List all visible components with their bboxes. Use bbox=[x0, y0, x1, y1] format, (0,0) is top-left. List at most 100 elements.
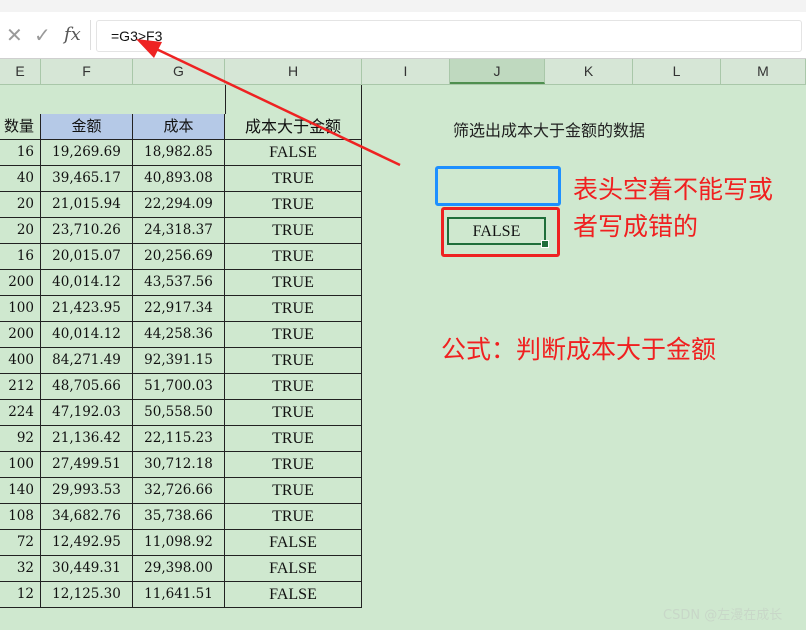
cell-cost[interactable]: 18,982.85 bbox=[133, 140, 225, 166]
annotation-formula-note: 公式：判断成本大于金额 bbox=[441, 335, 717, 364]
cell-quantity[interactable]: 92 bbox=[0, 426, 41, 452]
column-header-j[interactable]: J bbox=[450, 59, 545, 84]
cell-amount[interactable]: 21,015.94 bbox=[41, 192, 133, 218]
header-amount[interactable]: 金额 bbox=[41, 114, 133, 140]
annotation-note-line2: 者写成错的 bbox=[573, 212, 699, 241]
cell-amount[interactable]: 47,192.03 bbox=[41, 400, 133, 426]
cell-quantity[interactable]: 108 bbox=[0, 504, 41, 530]
cell-cost[interactable]: 40,893.08 bbox=[133, 166, 225, 192]
column-header-m[interactable]: M bbox=[721, 59, 806, 84]
cell-quantity[interactable]: 100 bbox=[0, 452, 41, 478]
header-cost[interactable]: 成本 bbox=[133, 114, 225, 140]
column-header-l[interactable]: L bbox=[633, 59, 721, 84]
criteria-header-cell[interactable] bbox=[435, 166, 561, 206]
cell-quantity[interactable]: 200 bbox=[0, 270, 41, 296]
cell-quantity[interactable]: 12 bbox=[0, 582, 41, 608]
cell-cost[interactable]: 22,115.23 bbox=[133, 426, 225, 452]
column-header-k[interactable]: K bbox=[545, 59, 633, 84]
cell-cost[interactable]: 11,641.51 bbox=[133, 582, 225, 608]
cell-result[interactable]: TRUE bbox=[225, 426, 362, 452]
cell-result[interactable]: TRUE bbox=[225, 296, 362, 322]
cell-cost[interactable]: 50,558.50 bbox=[133, 400, 225, 426]
cell-amount[interactable]: 12,125.30 bbox=[41, 582, 133, 608]
cell-amount[interactable]: 39,465.17 bbox=[41, 166, 133, 192]
cell-result[interactable]: TRUE bbox=[225, 218, 362, 244]
cell-result[interactable]: TRUE bbox=[225, 192, 362, 218]
cell-amount[interactable]: 21,136.42 bbox=[41, 426, 133, 452]
cell-cost[interactable]: 32,726.66 bbox=[133, 478, 225, 504]
cell-amount[interactable]: 20,015.07 bbox=[41, 244, 133, 270]
cell-result[interactable]: FALSE bbox=[225, 556, 362, 582]
cell-quantity[interactable]: 100 bbox=[0, 296, 41, 322]
header-cost-greater[interactable]: 成本大于金额 bbox=[225, 114, 362, 140]
cell-amount[interactable]: 23,710.26 bbox=[41, 218, 133, 244]
cell-amount[interactable]: 30,449.31 bbox=[41, 556, 133, 582]
cell-quantity[interactable]: 20 bbox=[0, 192, 41, 218]
cell-result[interactable]: FALSE bbox=[225, 140, 362, 166]
formula-text: =G3>F3 bbox=[111, 28, 163, 44]
cell-cost[interactable]: 44,258.36 bbox=[133, 322, 225, 348]
cell-cost[interactable]: 35,738.66 bbox=[133, 504, 225, 530]
cell-quantity[interactable]: 40 bbox=[0, 166, 41, 192]
cell-quantity[interactable]: 72 bbox=[0, 530, 41, 556]
cancel-icon[interactable]: ✕ bbox=[6, 20, 23, 50]
annotation-note-line1: 表头空着不能写或 bbox=[573, 175, 774, 204]
insert-function-icon[interactable]: fx bbox=[64, 20, 81, 50]
cell-result[interactable]: TRUE bbox=[225, 270, 362, 296]
formula-bar: ✕ ✓ fx =G3>F3 bbox=[0, 12, 806, 59]
cell-cost[interactable]: 11,098.92 bbox=[133, 530, 225, 556]
cell-result[interactable]: TRUE bbox=[225, 452, 362, 478]
cell-quantity[interactable]: 224 bbox=[0, 400, 41, 426]
cell-cost[interactable]: 92,391.15 bbox=[133, 348, 225, 374]
cell-result[interactable]: TRUE bbox=[225, 504, 362, 530]
cell-result[interactable]: TRUE bbox=[225, 348, 362, 374]
cell-amount[interactable]: 34,682.76 bbox=[41, 504, 133, 530]
cell-quantity[interactable]: 400 bbox=[0, 348, 41, 374]
cell-h2[interactable] bbox=[225, 85, 362, 115]
cell-amount[interactable]: 21,423.95 bbox=[41, 296, 133, 322]
cell-result[interactable]: TRUE bbox=[225, 244, 362, 270]
cell-result[interactable]: FALSE bbox=[225, 582, 362, 608]
cell-amount[interactable]: 40,014.12 bbox=[41, 322, 133, 348]
cell-result[interactable]: FALSE bbox=[225, 530, 362, 556]
fill-handle[interactable] bbox=[541, 240, 549, 248]
watermark: CSDN @左漫在成长 bbox=[663, 608, 783, 623]
column-header-h[interactable]: H bbox=[225, 59, 362, 84]
cell-cost[interactable]: 22,294.09 bbox=[133, 192, 225, 218]
cell-amount[interactable]: 27,499.51 bbox=[41, 452, 133, 478]
column-header-g[interactable]: G bbox=[133, 59, 225, 84]
cell-quantity[interactable]: 140 bbox=[0, 478, 41, 504]
cell-result[interactable]: TRUE bbox=[225, 166, 362, 192]
cell-cost[interactable]: 24,318.37 bbox=[133, 218, 225, 244]
cell-quantity[interactable]: 20 bbox=[0, 218, 41, 244]
column-header-e[interactable]: E bbox=[0, 59, 41, 84]
cell-amount[interactable]: 48,705.66 bbox=[41, 374, 133, 400]
cell-result[interactable]: TRUE bbox=[225, 374, 362, 400]
cell-quantity[interactable]: 212 bbox=[0, 374, 41, 400]
cell-amount[interactable]: 84,271.49 bbox=[41, 348, 133, 374]
cell-amount[interactable]: 12,492.95 bbox=[41, 530, 133, 556]
cell-quantity[interactable]: 32 bbox=[0, 556, 41, 582]
cell-cost[interactable]: 29,398.00 bbox=[133, 556, 225, 582]
cell-cost[interactable]: 20,256.69 bbox=[133, 244, 225, 270]
cell-result[interactable]: TRUE bbox=[225, 322, 362, 348]
cell-amount[interactable]: 19,269.69 bbox=[41, 140, 133, 166]
cell-cost[interactable]: 22,917.34 bbox=[133, 296, 225, 322]
confirm-icon[interactable]: ✓ bbox=[34, 20, 51, 50]
cell-amount[interactable]: 40,014.12 bbox=[41, 270, 133, 296]
criteria-result-cell[interactable]: FALSE bbox=[447, 217, 546, 245]
column-header-i[interactable]: I bbox=[362, 59, 450, 84]
cell-cost[interactable]: 43,537.56 bbox=[133, 270, 225, 296]
cell-quantity[interactable]: 16 bbox=[0, 140, 41, 166]
cell-quantity[interactable]: 200 bbox=[0, 322, 41, 348]
cell-result[interactable]: TRUE bbox=[225, 478, 362, 504]
column-headers: EFGHIJKLM bbox=[0, 59, 806, 85]
cell-cost[interactable]: 51,700.03 bbox=[133, 374, 225, 400]
column-header-f[interactable]: F bbox=[41, 59, 133, 84]
cell-cost[interactable]: 30,712.18 bbox=[133, 452, 225, 478]
cell-amount[interactable]: 29,993.53 bbox=[41, 478, 133, 504]
header-quantity[interactable]: 数量 bbox=[0, 114, 41, 140]
cell-result[interactable]: TRUE bbox=[225, 400, 362, 426]
cell-quantity[interactable]: 16 bbox=[0, 244, 41, 270]
formula-input[interactable]: =G3>F3 bbox=[96, 20, 802, 52]
